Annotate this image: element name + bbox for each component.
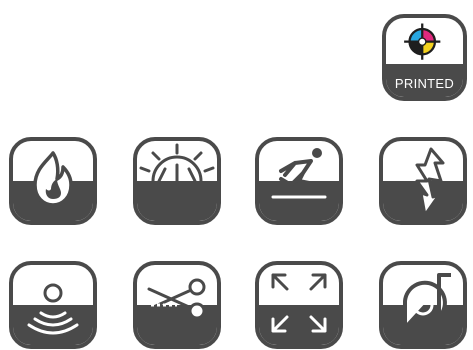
expand-tile	[255, 261, 343, 349]
centrifugal-fan-icon	[403, 273, 451, 325]
shock-tile	[379, 137, 467, 225]
flammable-icon	[33, 151, 73, 207]
sensor-tile	[9, 261, 97, 349]
sunlight-tile	[133, 137, 221, 225]
slippery-tile	[255, 137, 343, 225]
cut-tile	[133, 261, 221, 349]
sunlight-icon	[139, 143, 215, 183]
slippery-icon	[271, 148, 327, 199]
sensor-icon	[27, 283, 79, 335]
shock-icon	[415, 147, 445, 217]
cut-icon	[147, 278, 206, 320]
printed-badge: PRINTED	[382, 14, 467, 101]
printed-label: PRINTED	[394, 76, 455, 91]
flammable-tile	[9, 137, 97, 225]
centrifugal-fan-tile	[379, 261, 467, 349]
expand-icon	[271, 273, 327, 333]
